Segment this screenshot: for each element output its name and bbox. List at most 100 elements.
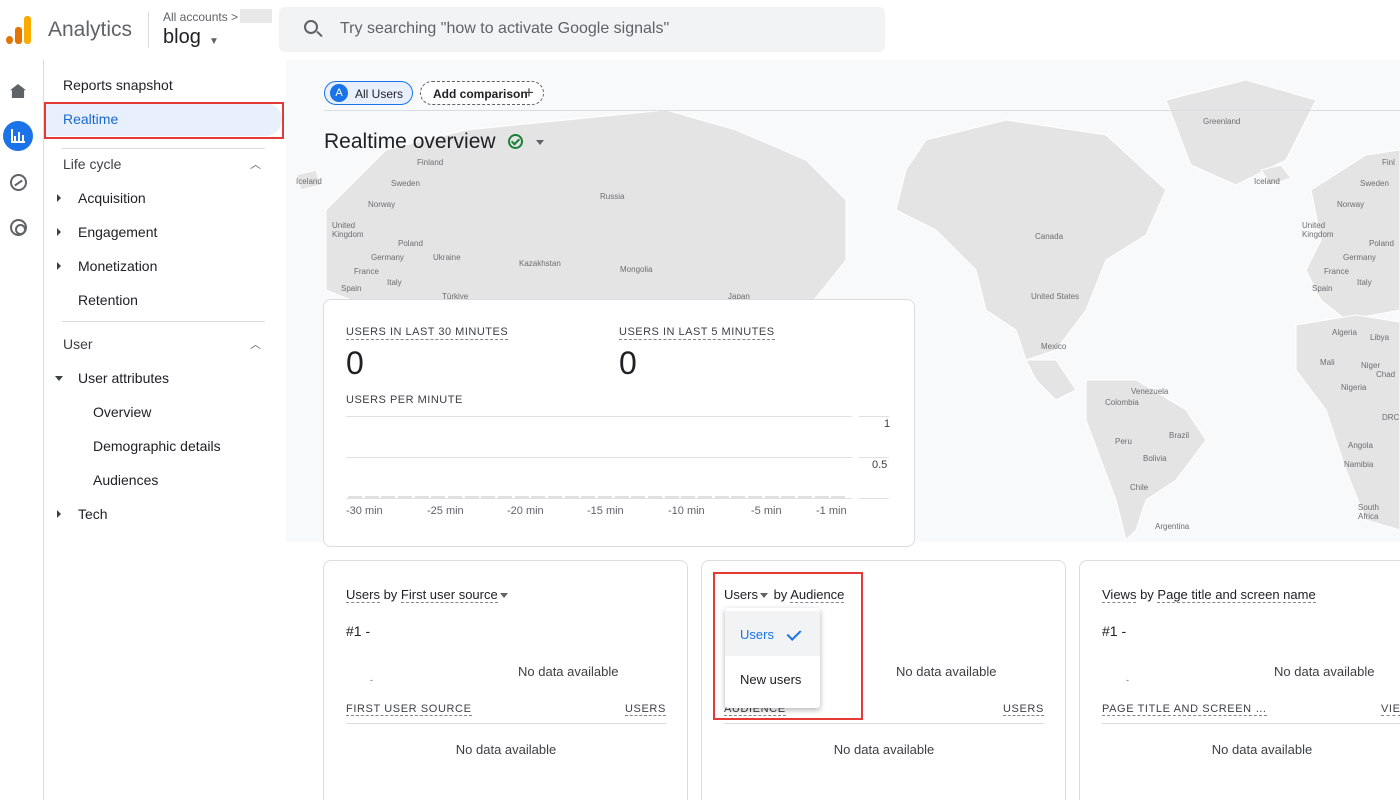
chart-bar	[681, 496, 696, 498]
map-label: Finl	[1382, 158, 1395, 167]
y-tick-label: 0.5	[872, 459, 888, 471]
card-users-by-source: Users by First user source #1 - - No dat…	[323, 560, 688, 800]
map-label: Iceland	[1254, 177, 1280, 186]
chart-bar	[664, 496, 679, 498]
map-label: Sweden	[391, 179, 420, 188]
expand-arrow-icon[interactable]	[57, 510, 61, 518]
page-title: Realtime overview	[324, 130, 496, 153]
chart-bar	[748, 496, 762, 498]
map-label: Brazil	[1169, 431, 1190, 440]
no-data-message: No data available	[455, 742, 557, 757]
add-comparison-button[interactable]: Add comparison +	[420, 81, 544, 105]
explore-icon[interactable]	[7, 171, 29, 193]
chart-title: USERS PER MINUTE	[346, 394, 463, 406]
chart-bar	[614, 496, 629, 498]
map-label: Norway	[368, 200, 396, 209]
column-header[interactable]: FIRST USER SOURCE	[346, 703, 472, 716]
chart-bar	[598, 496, 612, 498]
sidebar-item-audiences[interactable]: Audiences	[93, 472, 158, 488]
section-lifecycle[interactable]: Life cycle	[63, 156, 121, 172]
chevron-up-icon[interactable]: ︿	[250, 336, 261, 352]
caret-down-icon[interactable]	[536, 140, 544, 145]
dropdown-option-users[interactable]: Users	[725, 611, 820, 656]
grid-line	[859, 416, 889, 417]
x-tick-label: -25 min	[427, 505, 464, 517]
chart-bar	[514, 496, 529, 498]
advertising-icon[interactable]	[7, 216, 29, 238]
caret-down-icon[interactable]	[499, 593, 508, 599]
app-title: Analytics	[48, 18, 133, 41]
comparison-chip-all-users[interactable]: A All Users	[324, 81, 413, 105]
map-label: Italy	[1357, 278, 1372, 287]
column-header[interactable]: VIE	[1381, 703, 1400, 716]
top-bar: Analytics All accounts > blog ▼ Try sear…	[0, 0, 1400, 60]
x-tick-label: -1 min	[816, 505, 847, 517]
chart-bar	[764, 496, 779, 498]
chart-bar	[348, 496, 362, 498]
dimension-selector[interactable]: First user source	[400, 587, 498, 603]
sidebar-item-acquisition[interactable]: Acquisition	[78, 190, 146, 206]
sidebar-item-engagement[interactable]: Engagement	[78, 224, 157, 240]
expand-arrow-icon[interactable]	[57, 228, 61, 236]
map-label: Poland	[1369, 239, 1394, 248]
metric-selector[interactable]: Users	[346, 587, 380, 603]
y-tick-label: 1	[884, 418, 891, 430]
account-breadcrumb[interactable]: All accounts >	[163, 10, 238, 24]
sidebar-item-monetization[interactable]: Monetization	[78, 258, 157, 274]
map-label: United Kingdom	[1302, 221, 1334, 239]
column-header[interactable]: PAGE TITLE AND SCREEN …	[1102, 703, 1267, 716]
sidebar-item-user-attributes[interactable]: User attributes	[78, 370, 169, 386]
dropdown-option-new-users[interactable]: New users	[725, 656, 820, 701]
map-label: Italy	[387, 278, 402, 287]
x-tick-label: -20 min	[507, 505, 544, 517]
property-selector[interactable]: blog	[163, 26, 201, 49]
metric-selector[interactable]: Views	[1102, 587, 1137, 603]
expand-arrow-icon[interactable]	[57, 262, 61, 270]
chevron-up-icon[interactable]: ︿	[250, 156, 261, 172]
collapse-arrow-icon[interactable]	[55, 376, 63, 381]
search-icon	[304, 20, 318, 34]
column-header[interactable]: USERS	[625, 703, 666, 716]
chart-bar	[631, 496, 646, 498]
section-user[interactable]: User	[63, 336, 93, 352]
analytics-logo[interactable]	[6, 14, 32, 44]
x-tick-label: -5 min	[751, 505, 782, 517]
chart-bar	[398, 496, 412, 498]
map-label: Kazakhstan	[519, 259, 561, 268]
divider	[1102, 723, 1400, 724]
realtime-users-card: USERS IN LAST 30 MINUTES 0 USERS IN LAST…	[323, 299, 915, 547]
redacted-account	[240, 9, 272, 23]
add-comparison-label: Add comparison	[433, 87, 528, 101]
chart-bar	[831, 496, 846, 498]
metric-label-users-30[interactable]: USERS IN LAST 30 MINUTES	[346, 326, 509, 340]
chart-bar	[464, 496, 479, 498]
chart-bar	[714, 496, 729, 498]
sidebar-item-tech[interactable]: Tech	[78, 506, 108, 522]
chart-bar	[798, 496, 812, 498]
column-header[interactable]: USERS	[1003, 703, 1044, 716]
rank-label: #1 -	[346, 623, 371, 639]
divider	[346, 723, 666, 724]
highlight-box	[44, 102, 284, 139]
caret-down-icon[interactable]: ▼	[209, 36, 219, 47]
sidebar-item-overview[interactable]: Overview	[93, 404, 151, 420]
map-label: Mexico	[1041, 342, 1067, 351]
map-label: Russia	[600, 192, 625, 201]
chart-bar	[381, 496, 396, 498]
map-label: South Africa	[1358, 503, 1379, 521]
check-circle-icon[interactable]	[508, 134, 523, 149]
dimension-selector[interactable]: Page title and screen name	[1157, 587, 1316, 603]
chart-bar	[498, 496, 512, 498]
sidebar-item-demographic-details[interactable]: Demographic details	[93, 438, 221, 454]
chart-bar	[448, 496, 462, 498]
metric-label-users-5[interactable]: USERS IN LAST 5 MINUTES	[619, 326, 775, 340]
divider	[62, 321, 265, 322]
avatar: A	[330, 84, 348, 102]
sidebar-item-reports-snapshot[interactable]: Reports snapshot	[63, 77, 173, 93]
home-icon[interactable]	[7, 80, 29, 102]
sidebar-item-retention[interactable]: Retention	[78, 292, 138, 308]
search-input[interactable]: Try searching "how to activate Google si…	[340, 20, 669, 38]
chart-bar	[781, 496, 796, 498]
reports-icon[interactable]	[3, 121, 33, 151]
expand-arrow-icon[interactable]	[57, 194, 61, 202]
